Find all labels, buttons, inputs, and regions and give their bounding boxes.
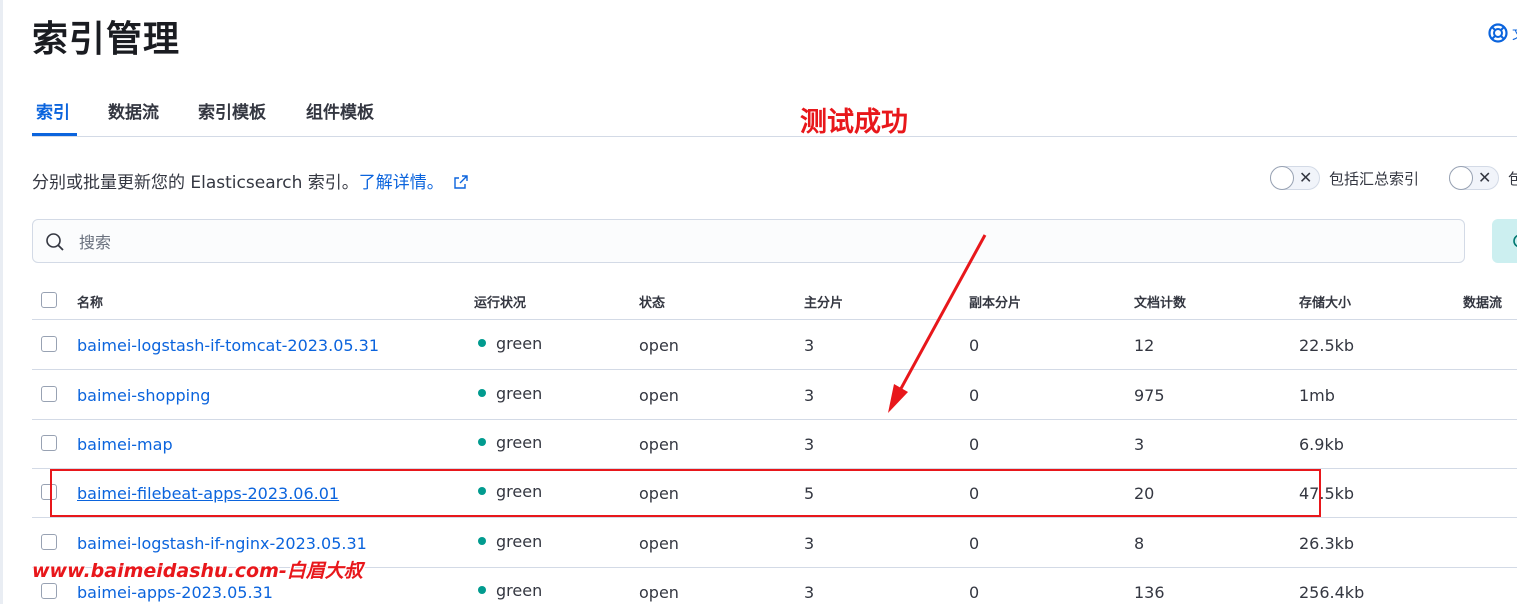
- toggle-knob: [1270, 166, 1294, 190]
- close-icon: ✕: [1478, 168, 1492, 187]
- health-value: green: [496, 334, 543, 353]
- replicas-cell: 0: [969, 336, 980, 355]
- health-cell: green: [478, 433, 542, 452]
- health-cell: green: [478, 581, 542, 600]
- status-cell: open: [639, 435, 679, 454]
- external-link-icon: [454, 175, 468, 189]
- page-title: 索引管理: [32, 19, 181, 60]
- storage-size-cell: 6.9kb: [1299, 435, 1344, 454]
- help-icon[interactable]: [1487, 22, 1509, 44]
- replicas-cell: 0: [969, 435, 980, 454]
- row-checkbox[interactable]: [41, 386, 57, 402]
- health-value: green: [496, 433, 543, 452]
- column-header-status[interactable]: 状态: [639, 292, 665, 311]
- annotation-highlight-box: [50, 469, 1321, 517]
- row-checkbox[interactable]: [41, 583, 57, 599]
- docs-count-cell: 975: [1134, 386, 1165, 405]
- reload-indices-button[interactable]: [1492, 219, 1517, 263]
- column-header-replicas[interactable]: 副本分片: [969, 292, 1021, 311]
- health-status-dot: [478, 537, 486, 545]
- health-value: green: [496, 384, 543, 403]
- status-cell: open: [639, 386, 679, 405]
- page-description: 分别或批量更新您的 Elasticsearch 索引。了解详情。: [32, 168, 468, 193]
- index-name-link[interactable]: baimei-logstash-if-nginx-2023.05.31: [77, 534, 367, 553]
- storage-size-cell: 1mb: [1299, 386, 1335, 405]
- primaries-cell: 3: [804, 386, 815, 405]
- table-row: baimei-shopping green open 3 0 975 1mb: [32, 370, 1517, 420]
- primaries-cell: 3: [804, 336, 815, 355]
- refresh-icon: [1513, 234, 1517, 248]
- search-bar: [32, 219, 1465, 263]
- primaries-cell: 3: [804, 435, 815, 454]
- index-name-link[interactable]: baimei-logstash-if-tomcat-2023.05.31: [77, 336, 379, 355]
- left-border: [0, 0, 3, 604]
- search-input[interactable]: [77, 228, 1381, 256]
- index-name-link[interactable]: baimei-shopping: [77, 386, 210, 405]
- docs-count-cell: 3: [1134, 435, 1145, 454]
- status-cell: open: [639, 583, 679, 602]
- health-cell: green: [478, 532, 542, 551]
- select-all-checkbox[interactable]: [41, 292, 57, 308]
- health-status-dot: [478, 339, 486, 347]
- tab-data-streams[interactable]: 数据流: [108, 98, 159, 123]
- health-status-dot: [478, 389, 486, 397]
- include-rollup-toggle[interactable]: ✕: [1270, 166, 1320, 190]
- replicas-cell: 0: [969, 534, 980, 553]
- table-row: baimei-logstash-if-tomcat-2023.05.31 gre…: [32, 320, 1517, 370]
- column-header-docs-count[interactable]: 文档计数: [1134, 292, 1186, 311]
- health-status-dot: [478, 586, 486, 594]
- help-link-text[interactable]: 文: [1512, 24, 1517, 44]
- watermark-text: www.baimeidashu.com-白眉大叔: [32, 560, 363, 582]
- row-checkbox[interactable]: [41, 534, 57, 550]
- tab-component-templates[interactable]: 组件模板: [306, 98, 374, 123]
- learn-more-link[interactable]: 了解详情。: [359, 173, 444, 193]
- storage-size-cell: 26.3kb: [1299, 534, 1355, 553]
- tab-bar: 索引 数据流 索引模板 组件模板: [32, 88, 1517, 137]
- health-value: green: [496, 532, 543, 551]
- toggle-knob: [1449, 166, 1473, 190]
- column-header-storage-size[interactable]: 存储大小: [1299, 292, 1351, 311]
- health-value: green: [496, 581, 543, 600]
- annotation-success-text: 测试成功: [800, 107, 908, 138]
- health-status-dot: [478, 438, 486, 446]
- include-hidden-label: 包: [1508, 170, 1517, 188]
- replicas-cell: 0: [969, 583, 980, 602]
- close-icon: ✕: [1299, 168, 1313, 187]
- docs-count-cell: 8: [1134, 534, 1145, 553]
- table-header: 名称 运行状况 状态 主分片 副本分片 文档计数 存储大小 数据流: [32, 280, 1517, 320]
- search-icon: [46, 233, 64, 251]
- include-hidden-toggle[interactable]: ✕: [1449, 166, 1499, 190]
- status-cell: open: [639, 336, 679, 355]
- docs-count-cell: 136: [1134, 583, 1165, 602]
- column-header-name[interactable]: 名称: [77, 292, 103, 311]
- column-header-primaries[interactable]: 主分片: [804, 292, 843, 311]
- health-cell: green: [478, 384, 542, 403]
- primaries-cell: 3: [804, 534, 815, 553]
- replicas-cell: 0: [969, 386, 980, 405]
- health-cell: green: [478, 334, 542, 353]
- storage-size-cell: 256.4kb: [1299, 583, 1365, 602]
- column-header-health[interactable]: 运行状况: [474, 292, 526, 311]
- active-tab-indicator: [32, 133, 77, 136]
- storage-size-cell: 22.5kb: [1299, 336, 1355, 355]
- table-row: baimei-map green open 3 0 3 6.9kb: [32, 419, 1517, 469]
- status-cell: open: [639, 534, 679, 553]
- index-name-link[interactable]: baimei-map: [77, 435, 173, 454]
- row-checkbox[interactable]: [41, 435, 57, 451]
- index-name-link[interactable]: baimei-apps-2023.05.31: [77, 583, 273, 602]
- tab-indices[interactable]: 索引: [36, 98, 70, 123]
- description-text: 分别或批量更新您的 Elasticsearch 索引。: [32, 173, 359, 193]
- row-checkbox[interactable]: [41, 336, 57, 352]
- column-header-data-stream[interactable]: 数据流: [1463, 292, 1502, 311]
- tab-index-templates[interactable]: 索引模板: [198, 98, 266, 123]
- primaries-cell: 3: [804, 583, 815, 602]
- include-rollup-label: 包括汇总索引: [1329, 170, 1420, 188]
- docs-count-cell: 12: [1134, 336, 1155, 355]
